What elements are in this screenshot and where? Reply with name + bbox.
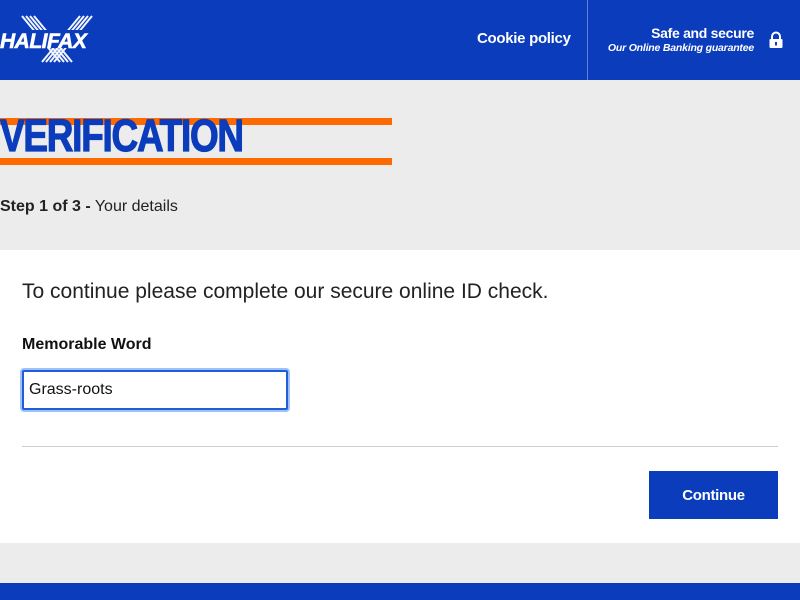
memorable-word-label: Memorable Word: [22, 336, 152, 353]
footer-band: [0, 583, 800, 600]
verification-form: To continue please complete our secure o…: [0, 250, 800, 543]
logo-text: HALIFAX: [0, 30, 87, 54]
safe-subtitle: Our Online Banking guarantee: [607, 42, 754, 54]
title-band: VERIFICATION Step 1 of 3 - Your details: [0, 80, 800, 250]
intro-text: To continue please complete our secure o…: [22, 280, 549, 303]
form-divider: [22, 446, 778, 447]
halifax-logo[interactable]: HALIFAX: [0, 12, 100, 66]
header-divider: [587, 0, 588, 80]
safe-and-secure-link[interactable]: Safe and secure Our Online Banking guara…: [608, 25, 754, 54]
step-count: Step 1 of 3 -: [0, 198, 91, 215]
cookie-policy-link[interactable]: Cookie policy: [477, 30, 571, 47]
page-title: VERIFICATION: [0, 109, 245, 161]
step-description: Your details: [94, 198, 178, 215]
lock-icon: [769, 31, 783, 48]
memorable-word-input[interactable]: [22, 370, 288, 410]
step-indicator: Step 1 of 3 - Your details: [0, 198, 178, 216]
site-header: HALIFAX Cookie policy Safe and secure Ou…: [0, 0, 800, 80]
continue-button[interactable]: Continue: [649, 471, 778, 519]
safe-title: Safe and secure: [651, 25, 754, 41]
